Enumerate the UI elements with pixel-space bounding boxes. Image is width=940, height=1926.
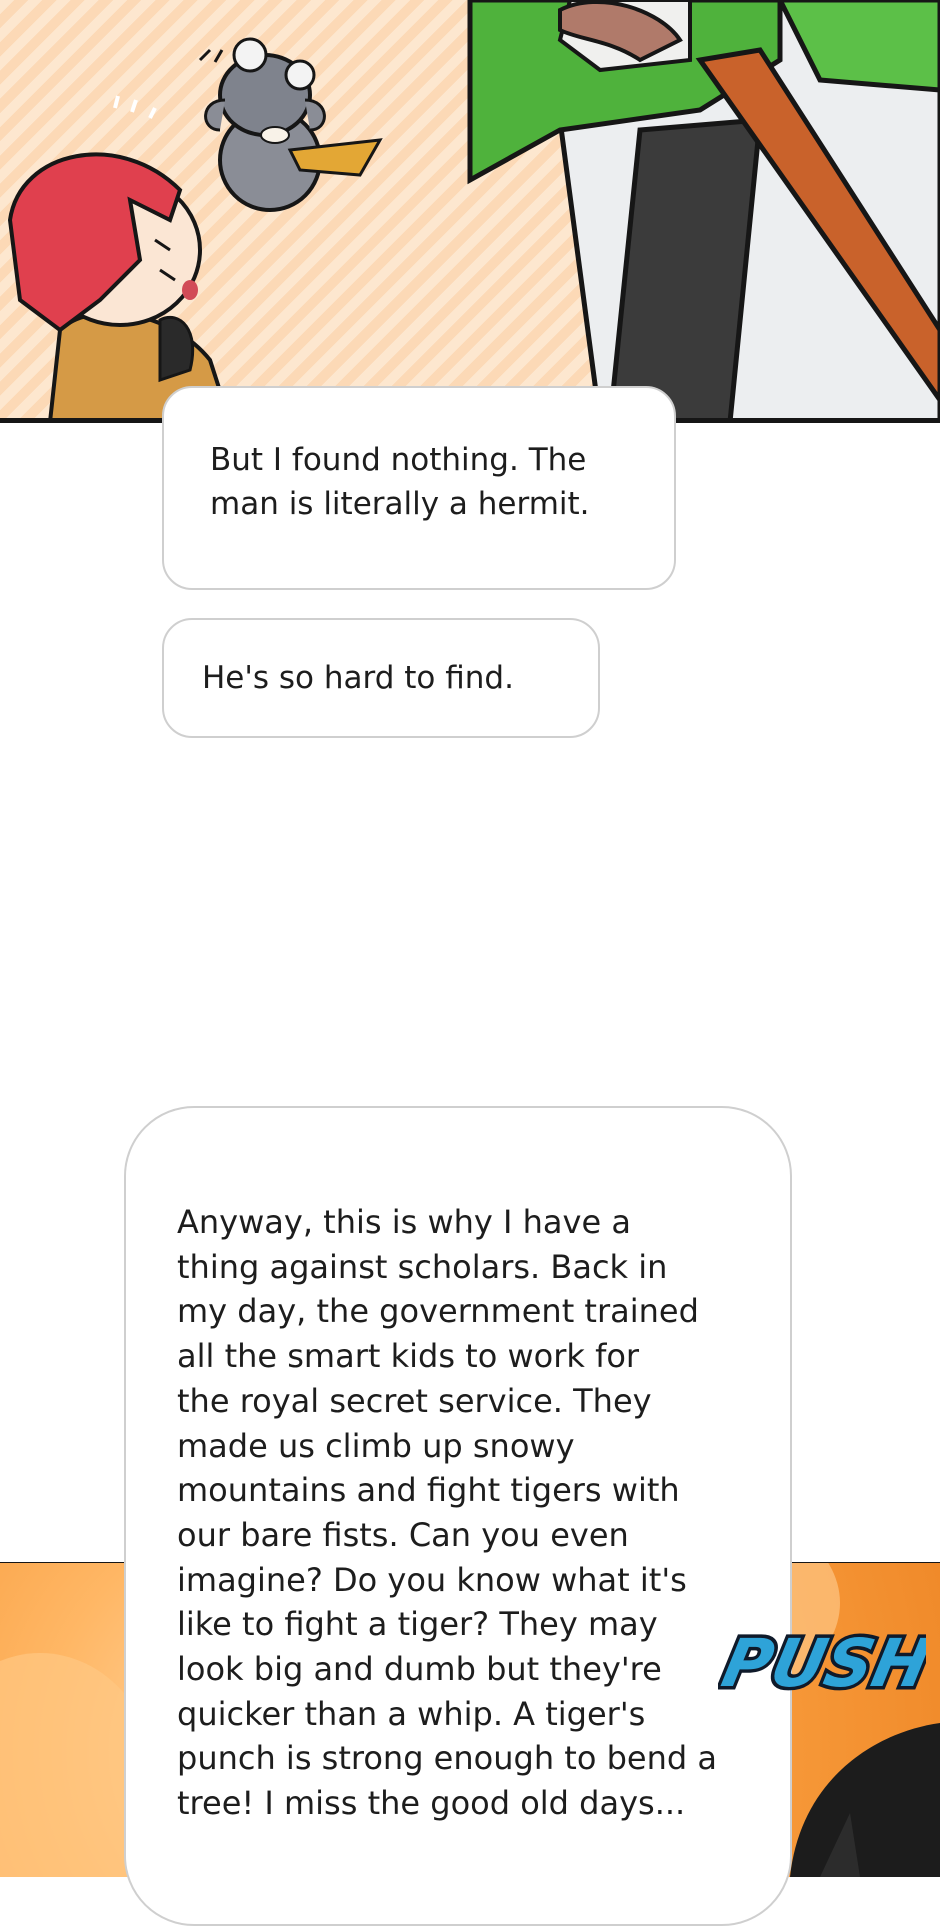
top-comic-panel: [0, 0, 940, 422]
bubble-line: man is literally a hermit.: [210, 486, 590, 522]
dark-hair-figure: [790, 1723, 940, 1877]
bubble-line: my day, the government trained: [177, 1292, 699, 1331]
red-haired-kid: [7, 152, 233, 422]
speech-bubble-3: Anyway, this is why I have a thing again…: [124, 1106, 792, 1926]
bubble-line: tree! I miss the good old days...: [177, 1784, 686, 1823]
bubble-line: Anyway, this is why I have a: [177, 1203, 631, 1241]
speech-bubble-1: But I found nothing. The man is literall…: [162, 386, 676, 590]
bubble-line: quicker than a whip. A tiger's: [177, 1694, 646, 1733]
bubble-line: thing against scholars. Back in: [177, 1247, 668, 1286]
push-sound-effect: PUSH: [718, 1621, 926, 1705]
bubble-line: the royal secret service. They: [177, 1381, 652, 1420]
bubble-line: all the smart kids to work for: [177, 1337, 640, 1376]
bubble-line: He's so hard to find.: [202, 660, 514, 696]
bubble-line: like to fight a tiger? They may: [177, 1605, 658, 1644]
bubble-line: punch is strong enough to bend a: [177, 1739, 717, 1778]
bubble-line: mountains and fight tigers with: [177, 1471, 680, 1510]
bubble-line: look big and dumb but they're: [177, 1650, 662, 1689]
speech-bubble-2: He's so hard to find.: [162, 618, 600, 738]
bubble-line: made us climb up snowy: [177, 1426, 575, 1465]
robed-figure: [467, 0, 940, 422]
bubble-line: imagine? Do you know what it's: [177, 1560, 687, 1599]
bubble-line: our bare fists. Can you even: [177, 1515, 629, 1554]
top-panel-artwork: [7, 0, 940, 422]
push-sfx-text: PUSH: [718, 1625, 926, 1702]
bubble-line: But I found nothing. The: [210, 442, 587, 478]
